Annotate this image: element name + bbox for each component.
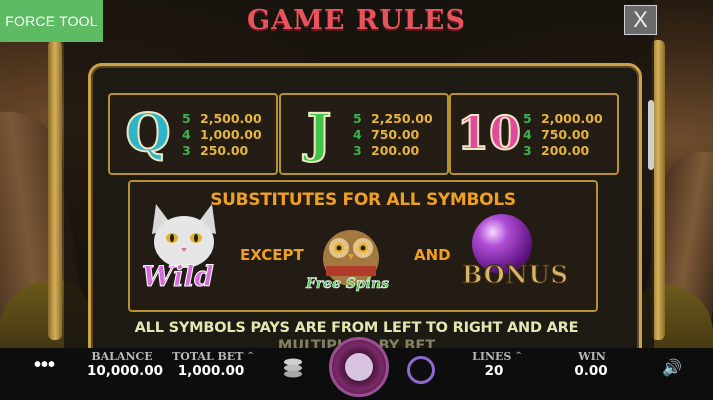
coins-icon[interactable] [283,357,303,381]
rules-footer-text: ALL SYMBOLS PAYS ARE FROM LEFT TO RIGHT … [134,320,579,336]
balance-value: 10,000.00 [86,363,163,379]
and-text: AND [414,246,451,264]
total-bet-value: 1,000.00 [177,363,245,379]
autoplay-icon[interactable] [407,356,435,384]
paytable-values: 5 2,000.00 4 750.00 3 200.00 [523,111,603,158]
lines-label[interactable]: LINES ^ [452,350,542,363]
lines-value: 20 [484,363,504,379]
freespins-label: Free Spins [306,276,390,293]
wild-panel: SUBSTITUTES FOR ALL SYMBOLS Wild EXCEPT … [128,180,598,312]
paytable-values: 5 2,250.00 4 750.00 3 200.00 [353,111,433,158]
paytable-10: 10 5 2,000.00 4 750.00 3 200.00 [449,93,619,175]
win-value: 0.00 [574,363,608,379]
wild-label: Wild [142,260,215,294]
menu-icon[interactable]: ••• [34,354,55,377]
paytable-j: J 5 2,250.00 4 750.00 3 200.00 [279,93,449,175]
symbol-10-icon: 10 [456,105,522,161]
spin-icon [345,353,373,381]
chevron-up-icon: ^ [515,350,522,360]
scrollbar[interactable] [648,100,654,170]
sound-icon[interactable]: 🔊 [662,358,682,378]
close-button[interactable]: X [624,5,657,35]
paytable-values: 5 2,500.00 4 1,000.00 3 250.00 [182,111,262,158]
lamp-post-left [48,40,62,340]
symbol-j-icon: J [306,102,333,165]
spin-button[interactable] [329,337,389,397]
balance-label: BALANCE [91,350,153,363]
chevron-up-icon: ^ [247,350,254,360]
paytable-q: Q 5 2,500.00 4 1,000.00 3 250.00 [108,93,278,175]
win-label: WIN [578,350,606,363]
symbol-q-icon: Q [124,102,171,165]
total-bet-label[interactable]: TOTAL BET ^ [168,350,258,363]
page-title: GAME RULES [247,5,466,36]
except-text: EXCEPT [240,246,304,264]
bonus-label: BONUS [461,259,569,289]
